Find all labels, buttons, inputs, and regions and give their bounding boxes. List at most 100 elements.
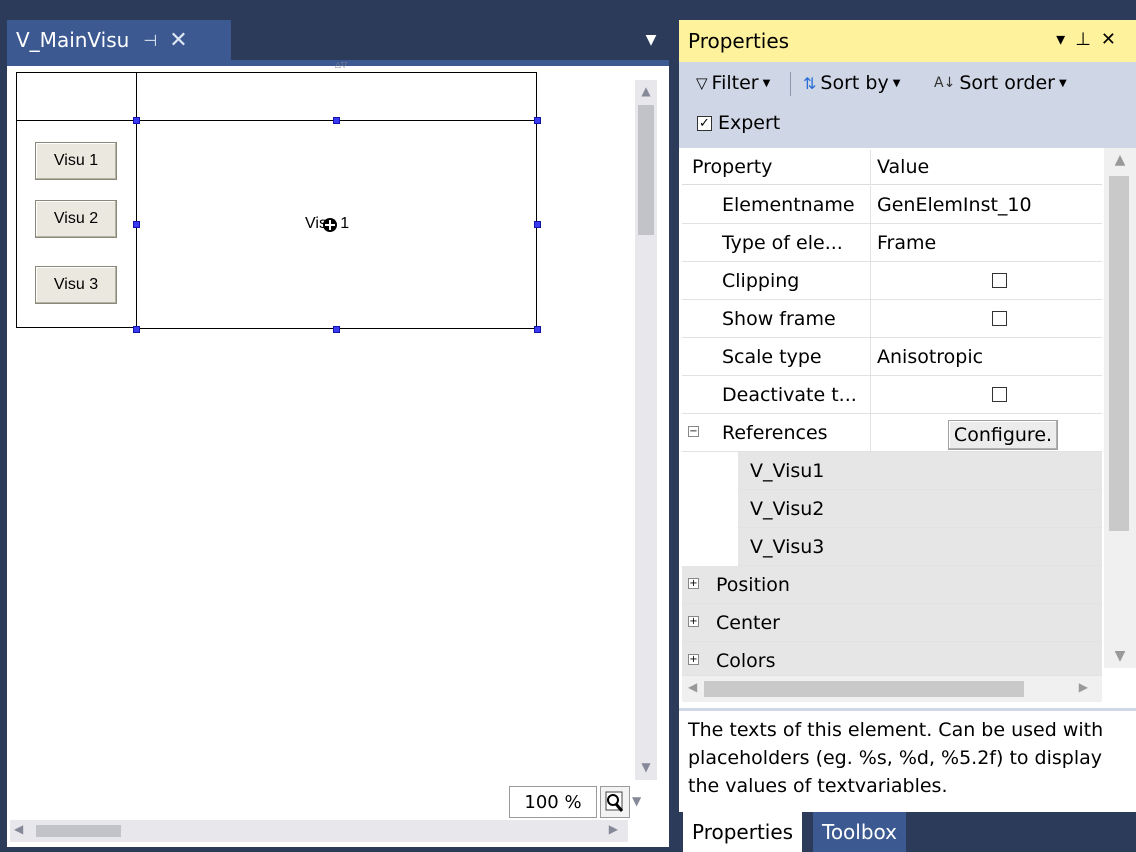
pin-icon[interactable]: ⊣ [143, 31, 157, 50]
collapse-icon[interactable]: − [688, 426, 699, 437]
scroll-thumb[interactable] [1109, 176, 1129, 531]
expand-icon[interactable]: + [688, 616, 699, 627]
editor-vertical-scrollbar[interactable]: ▲ ▼ [635, 80, 657, 780]
scroll-left-icon[interactable]: ◀ [14, 822, 23, 836]
row-gutter [682, 528, 738, 566]
property-row[interactable]: Clipping [682, 262, 1102, 300]
sort-order-button[interactable]: A↓ Sort order ▼ [934, 72, 1067, 94]
column-divider [870, 150, 871, 184]
group-row-position[interactable]: + Position [682, 566, 1102, 604]
close-icon[interactable]: ✕ [1101, 29, 1126, 50]
column-divider [870, 224, 871, 262]
scroll-up-icon[interactable]: ▲ [1104, 152, 1136, 168]
tab-toolbox[interactable]: Toolbox [813, 812, 906, 852]
visu1-button[interactable]: Visu 1 [35, 142, 117, 180]
scroll-left-icon[interactable]: ◀ [688, 680, 697, 694]
property-grid-horizontal-scrollbar[interactable]: ◀ ▶ [682, 676, 1102, 702]
chevron-down-icon: ▼ [1058, 77, 1067, 89]
property-value[interactable]: Frame [877, 232, 936, 254]
property-name: Elementname [722, 194, 855, 216]
close-icon[interactable]: ✕ [169, 28, 187, 53]
expert-checkbox[interactable]: ✓ [697, 115, 712, 131]
property-grid-header: Property Value [682, 150, 1102, 185]
resize-handle-sw[interactable] [133, 326, 140, 333]
expert-toggle[interactable]: ✓ Expert [697, 112, 780, 134]
filter-button[interactable]: ▽ Filter ▼ [696, 72, 770, 94]
group-row-colors[interactable]: + Colors [682, 642, 1102, 676]
resize-handle-se[interactable] [534, 326, 541, 333]
reference-item[interactable]: V_Visu3 [682, 528, 1102, 566]
chevron-down-icon: ▼ [892, 77, 901, 89]
property-column-header[interactable]: Property [692, 156, 772, 178]
description-splitter[interactable] [679, 708, 1136, 711]
scroll-right-icon[interactable]: ▶ [1079, 680, 1088, 694]
visu3-button[interactable]: Visu 3 [35, 266, 117, 304]
sort-by-button[interactable]: ⇅ Sort by ▼ [803, 72, 900, 94]
dropdown-icon[interactable]: ▾ [1056, 29, 1075, 50]
property-grid-vertical-scrollbar[interactable]: ▲ ▼ [1104, 148, 1136, 668]
reference-item[interactable]: V_Visu1 [682, 452, 1102, 490]
scroll-up-icon[interactable]: ▲ [638, 84, 654, 98]
editor-tab-title: V_MainVisu [16, 28, 130, 52]
configure-button[interactable]: Configure. [948, 420, 1058, 450]
property-row[interactable]: Scale type Anisotropic [682, 338, 1102, 376]
column-divider [870, 414, 871, 452]
editor-horizontal-scrollbar[interactable]: ◀ ▶ [10, 820, 628, 842]
deactivate-checkbox[interactable] [992, 387, 1007, 402]
tab-properties[interactable]: Properties [683, 812, 803, 852]
scroll-thumb[interactable] [638, 105, 654, 235]
sort-by-label: Sort by [820, 72, 889, 94]
group-name: Center [716, 612, 780, 634]
column-divider [870, 262, 871, 300]
expand-icon[interactable]: + [688, 654, 699, 665]
property-value[interactable]: GenElemInst_10 [877, 194, 1032, 216]
group-name: Colors [716, 650, 776, 672]
properties-title-bar: Properties ▾⊥✕ [679, 20, 1136, 62]
expand-icon[interactable]: + [688, 578, 699, 589]
value-column-header[interactable]: Value [877, 156, 929, 178]
scroll-right-icon[interactable]: ▶ [609, 822, 618, 836]
sort-icon: ⇅ [803, 73, 817, 93]
clipping-checkbox[interactable] [992, 273, 1007, 288]
resize-handle-ne[interactable] [534, 117, 541, 124]
chevron-down-icon: ▼ [762, 77, 771, 89]
filter-label: Filter [711, 72, 759, 94]
resize-handle-e[interactable] [534, 221, 541, 228]
scroll-down-icon[interactable]: ▼ [1104, 648, 1136, 664]
visu-frame-top-border [16, 72, 537, 73]
sort-order-label: Sort order [959, 72, 1055, 94]
tab-dropdown-icon[interactable]: ▼ [641, 30, 661, 50]
property-value[interactable]: Anisotropic [877, 346, 983, 368]
toolbar-divider [790, 72, 791, 96]
group-row-center[interactable]: + Center [682, 604, 1102, 642]
scroll-down-icon[interactable]: ▼ [638, 760, 654, 774]
resize-handle-s[interactable] [333, 326, 340, 333]
reference-item[interactable]: V_Visu2 [682, 490, 1102, 528]
zoom-icon[interactable] [600, 786, 630, 818]
show-frame-checkbox[interactable] [992, 311, 1007, 326]
visu-frame-left-border [16, 72, 17, 328]
scroll-thumb[interactable] [704, 681, 1024, 697]
resize-handle-n[interactable] [333, 117, 340, 124]
zoom-level[interactable]: 100 % [509, 786, 597, 818]
editor-tab[interactable]: V_MainVisu ⊣ ✕ [7, 20, 231, 60]
reference-name: V_Visu3 [750, 536, 825, 558]
visu-frame-bottom-left-border [16, 327, 138, 328]
property-row[interactable]: Elementname GenElemInst_10 [682, 186, 1102, 224]
header-separator [16, 120, 136, 121]
property-row[interactable]: Deactivate t... [682, 376, 1102, 414]
scroll-thumb[interactable] [36, 825, 121, 837]
pin-icon[interactable]: ⊥ [1075, 29, 1101, 50]
properties-title: Properties [688, 29, 790, 53]
property-name: Show frame [722, 308, 836, 330]
row-gutter [682, 490, 738, 528]
group-name: Position [716, 574, 790, 596]
resize-handle-nw[interactable] [133, 117, 140, 124]
zoom-dropdown-icon[interactable]: ▼ [632, 794, 641, 808]
visu2-button[interactable]: Visu 2 [35, 200, 117, 238]
resize-handle-w[interactable] [133, 221, 140, 228]
ruler-marker-icon: △▽ [334, 60, 348, 69]
column-divider [870, 186, 871, 224]
property-row[interactable]: Show frame [682, 300, 1102, 338]
property-row[interactable]: Type of ele... Frame [682, 224, 1102, 262]
